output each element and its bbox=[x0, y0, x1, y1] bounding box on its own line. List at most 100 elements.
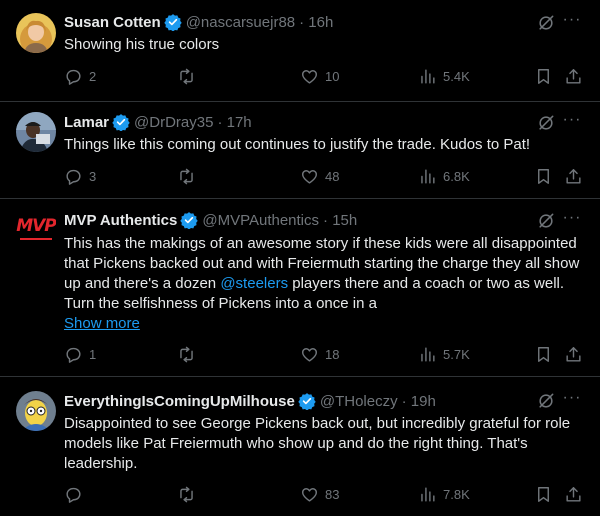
repost-icon bbox=[180, 68, 193, 84]
user-handle[interactable]: @DrDray35 bbox=[134, 114, 213, 131]
tweet-item[interactable]: EverythingIsComingUpMilhouse @THoleczy ·… bbox=[0, 377, 600, 516]
tweet-text: This has the makings of an awesome story… bbox=[64, 234, 582, 334]
timestamp[interactable]: · 17h bbox=[217, 114, 251, 131]
share-icon bbox=[566, 486, 581, 502]
avatar-logo-text: MVP bbox=[16, 216, 56, 236]
like-button[interactable]: 10 bbox=[300, 66, 339, 86]
verified-badge-icon bbox=[112, 113, 130, 131]
like-count: 83 bbox=[325, 486, 340, 502]
tweet-actions: 3 48 6.8K bbox=[64, 166, 594, 186]
like-icon bbox=[301, 347, 318, 362]
more-icon[interactable]: ··· bbox=[562, 390, 582, 411]
more-icon[interactable]: ··· bbox=[562, 210, 582, 231]
tweet-header: EverythingIsComingUpMilhouse @THoleczy ·… bbox=[64, 391, 520, 411]
reply-button[interactable]: 1 bbox=[64, 344, 96, 364]
reply-count: 2 bbox=[89, 68, 97, 84]
avatar[interactable] bbox=[16, 13, 56, 53]
reply-button[interactable] bbox=[64, 484, 89, 504]
bookmark-icon bbox=[538, 168, 549, 184]
share-button[interactable] bbox=[564, 66, 583, 86]
like-icon bbox=[301, 487, 318, 502]
bookmark-button[interactable] bbox=[534, 344, 553, 364]
bookmark-icon bbox=[538, 68, 549, 84]
tweet-feed: Susan Cotten @nascarsuejr88 · 16h ··· Sh… bbox=[0, 0, 600, 516]
views-button[interactable]: 7.8K bbox=[418, 484, 470, 504]
view-count: 7.8K bbox=[443, 486, 470, 502]
grok-icon[interactable] bbox=[536, 113, 556, 133]
tweet-header: Lamar @DrDray35 · 17h bbox=[64, 112, 520, 132]
tweet-header: Susan Cotten @nascarsuejr88 · 16h bbox=[64, 12, 520, 32]
share-icon bbox=[566, 346, 581, 362]
bookmark-icon bbox=[538, 486, 549, 502]
tweet-text: Disappointed to see George Pickens back … bbox=[64, 415, 571, 472]
tweet-item[interactable]: Lamar @DrDray35 · 17h ··· Things like th… bbox=[0, 102, 600, 199]
bookmark-icon bbox=[538, 346, 549, 362]
views-button[interactable]: 5.7K bbox=[418, 344, 470, 364]
display-name[interactable]: MVP Authentics bbox=[64, 212, 177, 229]
repost-button[interactable] bbox=[177, 344, 202, 364]
user-handle[interactable]: @nascarsuejr88 bbox=[186, 14, 295, 31]
grok-icon[interactable] bbox=[536, 211, 556, 231]
views-icon bbox=[421, 486, 435, 502]
timestamp[interactable]: · 16h bbox=[299, 14, 333, 31]
like-button[interactable]: 18 bbox=[300, 344, 339, 364]
reply-button[interactable]: 3 bbox=[64, 166, 96, 186]
mention-link[interactable]: @steelers bbox=[220, 275, 288, 292]
view-count: 5.4K bbox=[443, 68, 470, 84]
like-button[interactable]: 48 bbox=[300, 166, 339, 186]
user-handle[interactable]: @THoleczy bbox=[320, 393, 398, 410]
more-icon[interactable]: ··· bbox=[562, 12, 582, 33]
tweet-actions: 83 7.8K bbox=[64, 484, 594, 504]
share-button[interactable] bbox=[564, 484, 583, 504]
avatar[interactable] bbox=[16, 391, 56, 431]
display-name[interactable]: EverythingIsComingUpMilhouse bbox=[64, 393, 295, 410]
verified-badge-icon bbox=[298, 392, 316, 410]
reply-count: 3 bbox=[89, 168, 97, 184]
share-button[interactable] bbox=[564, 166, 583, 186]
share-icon bbox=[566, 68, 581, 84]
view-count: 5.7K bbox=[443, 346, 470, 362]
views-button[interactable]: 6.8K bbox=[418, 166, 470, 186]
more-icon[interactable]: ··· bbox=[562, 112, 582, 133]
like-count: 48 bbox=[325, 168, 340, 184]
timestamp[interactable]: · 19h bbox=[402, 393, 436, 410]
tweet-actions: 1 18 5.7K bbox=[64, 344, 594, 364]
like-icon bbox=[301, 169, 318, 184]
repost-button[interactable] bbox=[177, 66, 202, 86]
repost-icon bbox=[180, 168, 193, 184]
reply-icon bbox=[66, 169, 81, 185]
tweet-item[interactable]: MVP MVP Authentics @MVPAuthentics · 15h … bbox=[0, 199, 600, 377]
verified-badge-icon bbox=[163, 13, 182, 31]
views-icon bbox=[421, 68, 435, 84]
show-more-link[interactable]: Show more bbox=[64, 314, 582, 334]
reply-count: 1 bbox=[89, 346, 97, 362]
user-handle[interactable]: @MVPAuthentics bbox=[202, 212, 319, 229]
avatar[interactable] bbox=[16, 112, 56, 152]
like-button[interactable]: 83 bbox=[300, 484, 339, 504]
repost-button[interactable] bbox=[177, 484, 202, 504]
like-count: 18 bbox=[325, 346, 340, 362]
like-count: 10 bbox=[325, 68, 340, 84]
tweet-actions: 2 10 5.4K bbox=[64, 66, 594, 86]
grok-icon[interactable] bbox=[536, 391, 556, 411]
share-button[interactable] bbox=[564, 344, 583, 364]
views-button[interactable]: 5.4K bbox=[418, 66, 470, 86]
bookmark-button[interactable] bbox=[534, 166, 553, 186]
reply-button[interactable]: 2 bbox=[64, 66, 96, 86]
display-name[interactable]: Lamar bbox=[64, 114, 109, 131]
repost-button[interactable] bbox=[177, 166, 202, 186]
tweet-header: MVP Authentics @MVPAuthentics · 15h bbox=[64, 210, 520, 230]
views-icon bbox=[421, 346, 435, 362]
avatar[interactable]: MVP bbox=[16, 209, 56, 249]
timestamp[interactable]: · 15h bbox=[323, 212, 357, 229]
display-name[interactable]: Susan Cotten bbox=[64, 14, 161, 31]
reply-icon bbox=[66, 69, 81, 85]
bookmark-button[interactable] bbox=[534, 484, 553, 504]
views-icon bbox=[421, 168, 435, 184]
verified-badge-icon bbox=[180, 211, 199, 229]
tweet-item[interactable]: Susan Cotten @nascarsuejr88 · 16h ··· Sh… bbox=[0, 0, 600, 102]
grok-icon[interactable] bbox=[536, 13, 556, 33]
share-icon bbox=[566, 168, 581, 184]
bookmark-button[interactable] bbox=[534, 66, 553, 86]
repost-icon bbox=[180, 486, 193, 502]
